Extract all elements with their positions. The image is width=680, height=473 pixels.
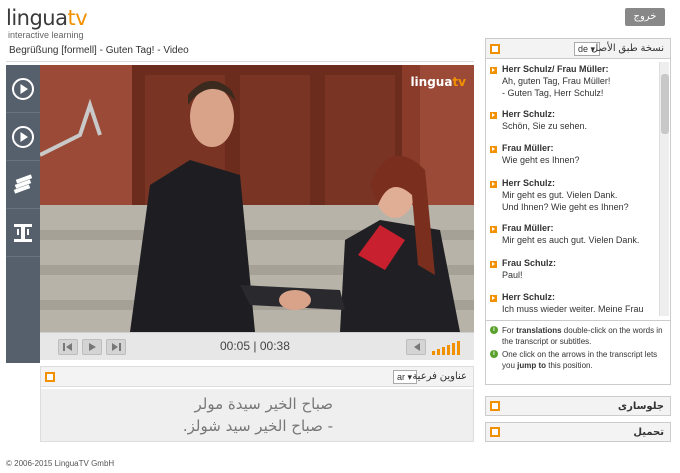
forward-button[interactable]: [106, 339, 126, 355]
dumbbell-icon: [14, 223, 32, 242]
transcript-list: Herr Schulz/ Frau Müller: Ah, guten Tag,…: [486, 60, 658, 318]
jump-arrow-icon[interactable]: [490, 112, 497, 119]
video-frame: [40, 65, 474, 332]
player-controls: 00:05 | 00:38: [40, 332, 474, 360]
sidebar-item-vocabulary[interactable]: [6, 161, 40, 209]
info-icon: i: [490, 326, 498, 334]
jump-arrow-icon[interactable]: [490, 226, 497, 233]
logo-tagline: interactive learning: [8, 30, 84, 40]
jump-tip: i One click on the arrows in the transcr…: [490, 349, 668, 371]
logo-text: lingua: [6, 6, 68, 30]
video-title: Begrüßung [formell] - Guten Tag! - Video: [6, 40, 474, 62]
exit-button[interactable]: خروج: [625, 8, 665, 26]
rewind-icon: [63, 343, 72, 351]
video-watermark: linguatv: [410, 75, 466, 89]
transcript-label: نسخة طبق الأصل: [591, 43, 664, 54]
play-circle-icon: [12, 77, 34, 100]
subtitles-toggle-icon[interactable]: [45, 372, 55, 382]
play-button[interactable]: [82, 339, 102, 355]
download-label: تحميل: [633, 427, 664, 438]
time-separator: |: [253, 339, 257, 353]
transcript-toggle-icon[interactable]: [490, 44, 500, 54]
glossary-label: جلوسارى: [617, 401, 664, 412]
download-accordion[interactable]: تحميل: [485, 422, 671, 442]
download-toggle-icon[interactable]: [490, 427, 500, 437]
logo-tv: tv: [67, 6, 88, 30]
forward-icon: [112, 343, 121, 351]
jump-arrow-icon[interactable]: [490, 146, 497, 153]
glossary-accordion[interactable]: جلوسارى: [485, 396, 671, 416]
scrollbar-thumb[interactable]: [661, 74, 669, 134]
glossary-toggle-icon[interactable]: [490, 401, 500, 411]
total-time: 00:38: [259, 339, 290, 353]
rewind-button[interactable]: [58, 339, 78, 355]
lesson-sidebar: [6, 65, 40, 363]
playback-time: 00:05 | 00:38: [220, 339, 290, 353]
subtitle-line-2[interactable]: - صباح الخير سيد شولز.: [183, 417, 333, 435]
subtitles-panel: ar ▾ عناوين فرعية صباح الخير سيدة مولر -…: [40, 366, 474, 442]
jump-arrow-icon[interactable]: [490, 181, 497, 188]
speaker-icon: [414, 343, 420, 351]
transcript-panel: de ▾ نسخة طبق الأصل Herr Schulz/ Frau Mü…: [485, 38, 671, 385]
mute-button[interactable]: [406, 339, 426, 355]
play-circle-icon: [12, 125, 34, 148]
sidebar-item-exercises[interactable]: [6, 209, 40, 257]
linguatv-logo: linguatv interactive learning: [6, 6, 146, 40]
jump-arrow-icon[interactable]: [490, 67, 497, 74]
copyright: © 2006-2015 LinguaTV GmbH: [6, 459, 115, 468]
sidebar-item-video-2[interactable]: [6, 113, 40, 161]
subtitle-line-1[interactable]: صباح الخير سيدة مولر: [194, 395, 333, 413]
play-icon: [89, 343, 96, 351]
volume-slider[interactable]: [432, 341, 462, 355]
subtitles-body: صباح الخير سيدة مولر - صباح الخير سيد شو…: [41, 389, 473, 441]
transcript-scrollbar[interactable]: [659, 62, 669, 316]
info-icon: i: [490, 350, 498, 358]
current-time: 00:05: [220, 339, 251, 353]
subtitles-label: عناوين فرعية: [412, 371, 467, 382]
transcript-tips: i For translations double-click on the w…: [486, 320, 670, 384]
video-player[interactable]: linguatv: [40, 65, 474, 332]
sidebar-item-video[interactable]: [6, 65, 40, 113]
translation-tip: i For translations double-click on the w…: [490, 325, 668, 347]
jump-arrow-icon[interactable]: [490, 295, 497, 302]
transcript-header: de ▾ نسخة طبق الأصل: [486, 39, 670, 59]
books-icon: [13, 173, 33, 194]
subtitles-header: ar ▾ عناوين فرعية: [41, 367, 473, 387]
jump-arrow-icon[interactable]: [490, 261, 497, 268]
